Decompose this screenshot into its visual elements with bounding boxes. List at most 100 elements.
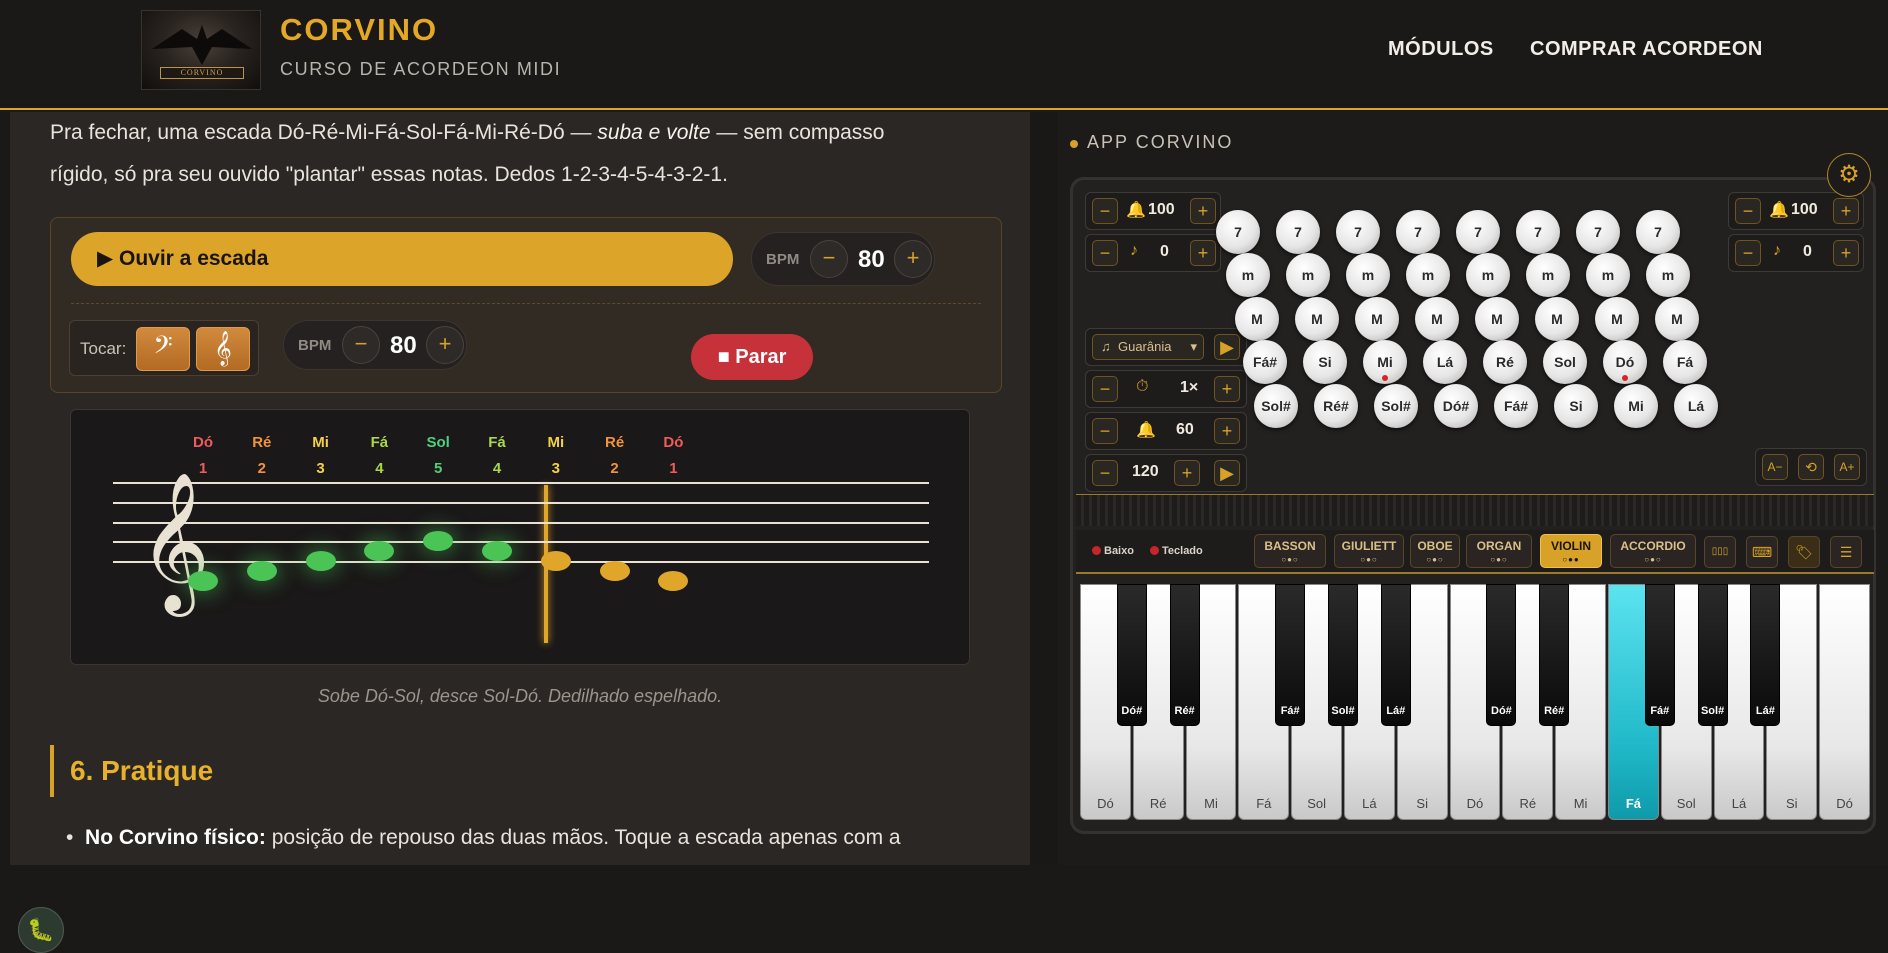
bass-button[interactable]: M	[1415, 297, 1459, 341]
piano-black-key[interactable]: Dó#	[1486, 584, 1517, 726]
menu-icon[interactable]: ☰	[1830, 536, 1862, 568]
keyboard-icon[interactable]: ⌨	[1746, 536, 1778, 568]
nav-link-modulos[interactable]: MÓDULOS	[1388, 38, 1494, 61]
octave-right-increase[interactable]: +	[1833, 240, 1859, 266]
bass-button[interactable]: Dó#	[1434, 384, 1478, 428]
bass-button[interactable]: m	[1346, 253, 1390, 297]
bass-button[interactable]: M	[1355, 297, 1399, 341]
piano-black-key[interactable]: Ré#	[1169, 584, 1200, 726]
rhythm-play-button[interactable]: ▶	[1214, 334, 1240, 360]
bass-button[interactable]: M	[1475, 297, 1519, 341]
bass-button[interactable]: 7	[1396, 210, 1440, 254]
piano-black-key[interactable]: Dó#	[1116, 584, 1147, 726]
bpm-increase-button[interactable]: +	[894, 240, 932, 278]
bass-button[interactable]: m	[1286, 253, 1330, 297]
gear-icon[interactable]: ⚙	[1827, 153, 1871, 197]
register-button-giuliett[interactable]: GIULIETT ○●○	[1334, 534, 1404, 568]
register-button-organ[interactable]: ORGAN ○●○	[1466, 534, 1532, 568]
volume-left-increase[interactable]: +	[1190, 198, 1216, 224]
bass-button[interactable]: Fá	[1663, 340, 1707, 384]
bass-button[interactable]: M	[1235, 297, 1279, 341]
piano-white-key[interactable]: Dó	[1819, 584, 1870, 820]
bass-button[interactable]: Fá#	[1243, 340, 1287, 384]
piano-black-key[interactable]: Fá#	[1644, 584, 1675, 726]
bass-button[interactable]: m	[1526, 253, 1570, 297]
bass-button[interactable]: M	[1655, 297, 1699, 341]
bass-button[interactable]: 7	[1576, 210, 1620, 254]
font-increase-button[interactable]: A+	[1834, 454, 1860, 480]
volume-right-increase[interactable]: +	[1833, 198, 1859, 224]
bass-button[interactable]: Sol#	[1374, 384, 1418, 428]
bass-button[interactable]: M	[1295, 297, 1339, 341]
bass-button[interactable]: m	[1226, 253, 1270, 297]
bass-button[interactable]: 7	[1636, 210, 1680, 254]
volume-right-decrease[interactable]: −	[1735, 198, 1761, 224]
stop-button[interactable]: ■ Parar	[691, 334, 813, 380]
bass-button[interactable]: Ré	[1483, 340, 1527, 384]
piano-black-key[interactable]: Ré#	[1539, 584, 1570, 726]
bass-button[interactable]: 7	[1336, 210, 1380, 254]
tempo-increase[interactable]: +	[1174, 460, 1200, 486]
bass-button[interactable]: Dó	[1603, 340, 1647, 384]
bass-button[interactable]: Si	[1303, 340, 1347, 384]
bass-button[interactable]: 7	[1216, 210, 1260, 254]
piano-black-key[interactable]: Sol#	[1328, 584, 1358, 726]
bass-button[interactable]: Lá	[1674, 384, 1718, 428]
bass-button[interactable]: m	[1646, 253, 1690, 297]
tempo-play-button[interactable]: ▶	[1214, 460, 1240, 486]
octave-left-increase[interactable]: +	[1190, 240, 1216, 266]
bass-button[interactable]: m	[1586, 253, 1630, 297]
bpm2-increase-button[interactable]: +	[426, 326, 464, 364]
bass-button[interactable]: Lá	[1423, 340, 1467, 384]
brand-title[interactable]: CORVINO	[280, 12, 438, 48]
bass-button[interactable]: 7	[1456, 210, 1500, 254]
bass-button[interactable]: m	[1466, 253, 1510, 297]
octave-right-decrease[interactable]: −	[1735, 240, 1761, 266]
piano-black-key[interactable]: Sol#	[1697, 584, 1728, 726]
piano-black-key[interactable]: Fá#	[1275, 584, 1306, 726]
treble-clef-button[interactable]: 𝄞	[196, 327, 250, 371]
bass-button[interactable]: Ré#	[1314, 384, 1358, 428]
speed-decrease[interactable]: −	[1092, 376, 1118, 402]
bpm2-decrease-button[interactable]: −	[342, 326, 380, 364]
nav-link-comprar-acordeon[interactable]: COMPRAR ACORDEON	[1530, 38, 1763, 61]
bass-button[interactable]: m	[1406, 253, 1450, 297]
tempo-decrease[interactable]: −	[1092, 460, 1118, 486]
bpm-decrease-button[interactable]: −	[810, 240, 848, 278]
bass-button[interactable]: Mi	[1614, 384, 1658, 428]
octave-left-decrease[interactable]: −	[1092, 240, 1118, 266]
metronome-decrease[interactable]: −	[1092, 418, 1118, 444]
staff-display: 𝄞 Dó 1 Ré 2 Mi 3 Fá 4 Sol 5 Fá 4 Mi 3 Ré 2 Dó 1	[70, 409, 970, 665]
font-decrease-button[interactable]: A−	[1762, 454, 1788, 480]
bass-button[interactable]: M	[1535, 297, 1579, 341]
bass-clef-button[interactable]: 𝄢	[136, 327, 190, 371]
speed-increase[interactable]: +	[1214, 376, 1240, 402]
register-button-accordio[interactable]: ACCORDIO ○●○	[1610, 534, 1696, 568]
bass-button[interactable]: Mi	[1363, 340, 1407, 384]
register-button-oboe[interactable]: OBOE ○●○	[1410, 534, 1460, 568]
counter-icon[interactable]: ▯▯▯	[1704, 536, 1736, 568]
bass-button[interactable]: Fá#	[1494, 384, 1538, 428]
metronome-increase[interactable]: +	[1214, 418, 1240, 444]
bass-button[interactable]: 7	[1516, 210, 1560, 254]
bass-button[interactable]: 7	[1276, 210, 1320, 254]
corvino-logo[interactable]: CORVINO	[141, 10, 261, 90]
play-icon: ▶	[97, 247, 114, 270]
tag-icon[interactable]: 🏷	[1788, 536, 1820, 568]
register-button-basson[interactable]: BASSON ○●○	[1254, 534, 1326, 568]
volume-left-decrease[interactable]: −	[1092, 198, 1118, 224]
register-button-violin[interactable]: VIOLIN ○●●	[1540, 534, 1602, 568]
bass-button[interactable]: Si	[1554, 384, 1598, 428]
pane-splitter[interactable]	[1030, 112, 1058, 865]
bass-button[interactable]: Sol	[1543, 340, 1587, 384]
reset-icon[interactable]: ⟲	[1798, 454, 1824, 480]
rhythm-select[interactable]: ♫ Guarânia ▾	[1092, 334, 1204, 360]
piano-black-key[interactable]: Lá#	[1750, 584, 1781, 726]
listen-scale-button[interactable]: ▶ Ouvir a escada	[71, 232, 733, 286]
piano-black-key[interactable]: Lá#	[1380, 584, 1411, 726]
bass-button[interactable]: Sol#	[1254, 384, 1298, 428]
bass-button[interactable]: M	[1595, 297, 1639, 341]
bug-report-icon[interactable]: 🐛	[18, 907, 64, 953]
register-bar: Baixo Teclado BASSON ○●○ GIULIETT ○●○ OBOE ○●…	[1076, 530, 1874, 574]
note-name-label: Fá	[370, 434, 389, 451]
